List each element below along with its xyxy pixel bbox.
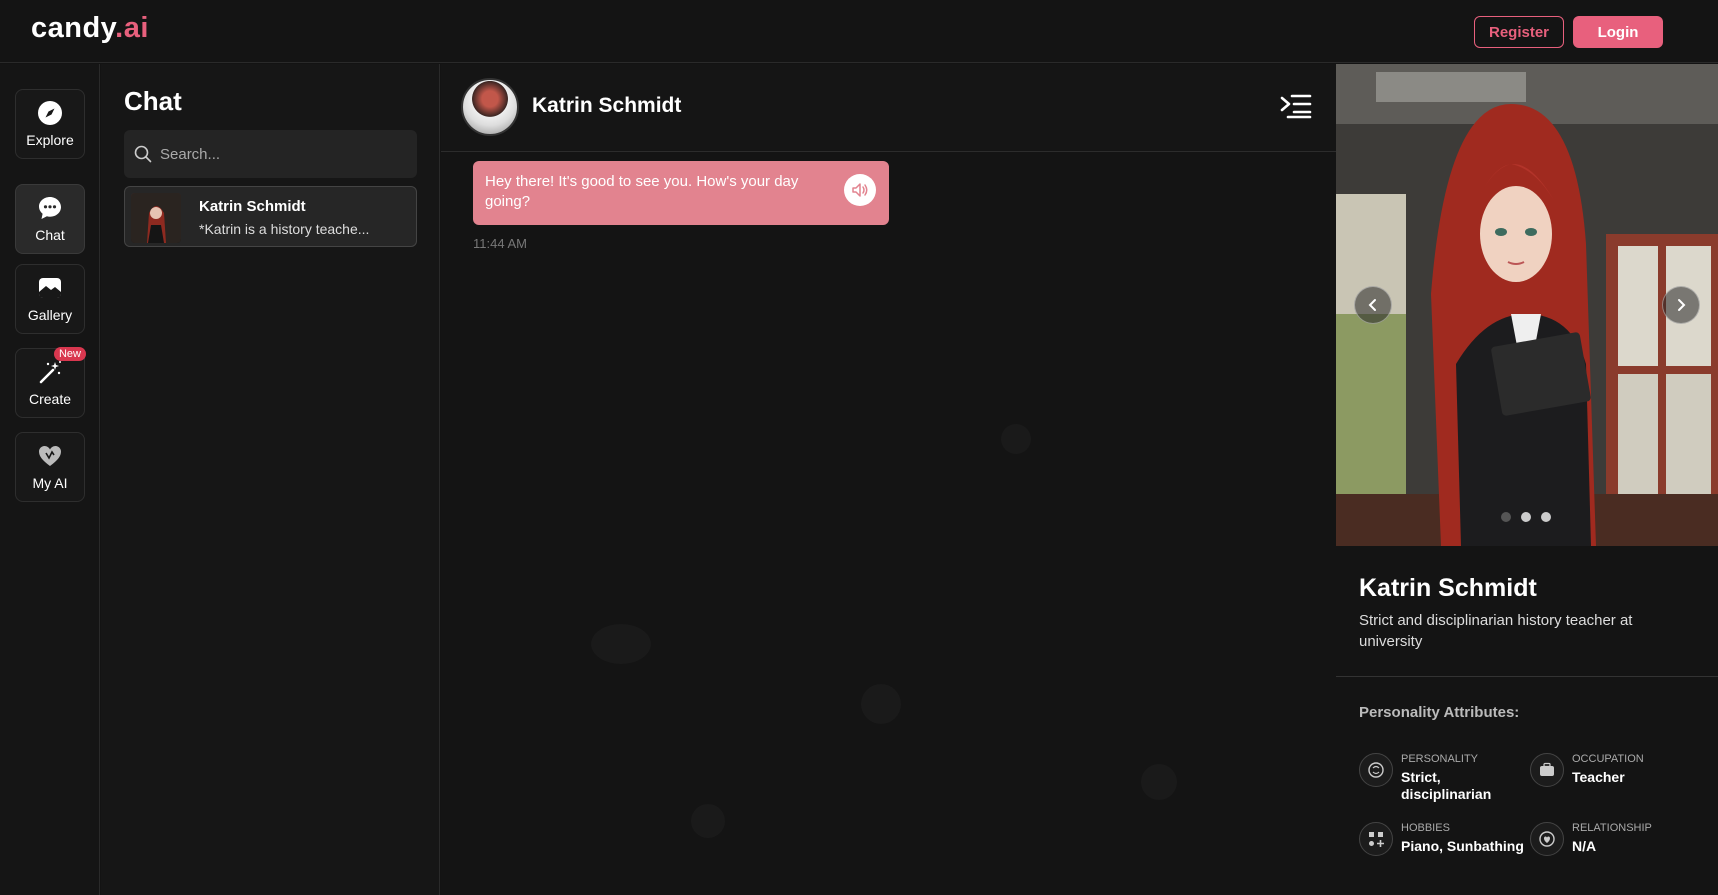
logo-accent-text: .ai (115, 12, 149, 44)
top-bar: candy.ai Register Login (0, 0, 1718, 63)
message-text: Hey there! It's good to see you. How's y… (485, 173, 799, 210)
background-decoration (1141, 764, 1177, 800)
message-bubble: Hey there! It's good to see you. How's y… (473, 161, 889, 225)
logo-text: candy (31, 12, 116, 44)
carousel-dot[interactable] (1541, 512, 1551, 522)
chat-bubble-icon (39, 197, 61, 219)
nav-explore[interactable]: Explore (15, 89, 85, 159)
chevron-right-icon (1678, 299, 1686, 311)
message-time: 11:44 AM (473, 236, 527, 251)
chat-item-name: Katrin Schmidt (199, 198, 306, 215)
attribute-value: Strict, disciplinarian (1401, 769, 1492, 802)
background-decoration (691, 804, 725, 838)
hobbies-icon (1359, 822, 1393, 856)
attributes-title: Personality Attributes: (1359, 704, 1520, 721)
chat-item-preview: *Katrin is a history teache... (199, 221, 370, 237)
conversation-avatar[interactable] (461, 78, 519, 136)
attribute-value: Teacher (1572, 769, 1625, 785)
profile-description: Strict and disciplinarian history teache… (1359, 612, 1633, 650)
login-button[interactable]: Login (1573, 16, 1663, 48)
attribute-key: RELATIONSHIP (1572, 822, 1652, 834)
chat-list-title: Chat (124, 86, 182, 116)
panel-toggle-icon[interactable] (1279, 91, 1313, 121)
left-navigation: Explore Chat Gallery New Create My AI (0, 64, 100, 895)
attribute-key: OCCUPATION (1572, 753, 1644, 765)
profile-name: Katrin Schmidt (1359, 574, 1537, 602)
carousel-dot[interactable] (1521, 512, 1531, 522)
speaker-button[interactable] (844, 174, 876, 206)
attribute-value: Piano, Sunbathing (1401, 838, 1524, 854)
divider (1336, 676, 1718, 677)
speaker-icon (852, 183, 868, 197)
background-decoration (591, 624, 651, 664)
image-icon (39, 278, 61, 298)
next-image-button[interactable] (1662, 286, 1700, 324)
briefcase-icon (1530, 753, 1564, 787)
search-icon (134, 145, 152, 163)
character-illustration (1336, 64, 1718, 546)
chat-list-panel: Chat Katrin Schmidt *Katrin is a history… (101, 64, 440, 895)
conversation-name: Katrin Schmidt (532, 94, 682, 117)
character-portrait (1336, 64, 1718, 546)
prev-image-button[interactable] (1354, 286, 1392, 324)
relationship-icon (1530, 822, 1564, 856)
nav-chat[interactable]: Chat (15, 184, 85, 254)
register-button[interactable]: Register (1474, 16, 1564, 48)
nav-gallery-label: Gallery (27, 307, 73, 323)
heart-icon (39, 446, 61, 466)
compass-icon (38, 101, 62, 125)
nav-gallery[interactable]: Gallery (15, 264, 85, 334)
background-decoration (1001, 424, 1031, 454)
chevron-left-icon (1368, 299, 1376, 311)
profile-panel: Katrin Schmidt Strict and disciplinarian… (1336, 64, 1718, 895)
magic-wand-icon (39, 361, 61, 384)
attribute-key: PERSONALITY (1401, 753, 1479, 765)
logo[interactable]: candy.ai (31, 12, 149, 45)
conversation-header: Katrin Schmidt (441, 64, 1336, 152)
attribute-key: HOBBIES (1401, 822, 1450, 834)
new-badge: New (53, 347, 86, 361)
nav-create[interactable]: New Create (15, 347, 86, 418)
nav-create-label: Create (28, 391, 72, 407)
nav-chat-label: Chat (35, 227, 65, 243)
nav-my-ai[interactable]: My AI (15, 432, 85, 502)
chat-list-item[interactable]: Katrin Schmidt *Katrin is a history teac… (124, 186, 417, 247)
carousel-dot[interactable] (1501, 512, 1511, 522)
nav-my-ai-label: My AI (32, 475, 68, 491)
brain-icon (1359, 753, 1393, 787)
search-box[interactable] (124, 130, 417, 178)
attribute-value: N/A (1572, 838, 1597, 854)
background-decoration (861, 684, 901, 724)
search-input[interactable] (160, 145, 400, 163)
chat-avatar (131, 193, 181, 243)
conversation-panel: Katrin Schmidt Hey there! It's good to s… (441, 64, 1336, 895)
nav-explore-label: Explore (26, 132, 74, 148)
